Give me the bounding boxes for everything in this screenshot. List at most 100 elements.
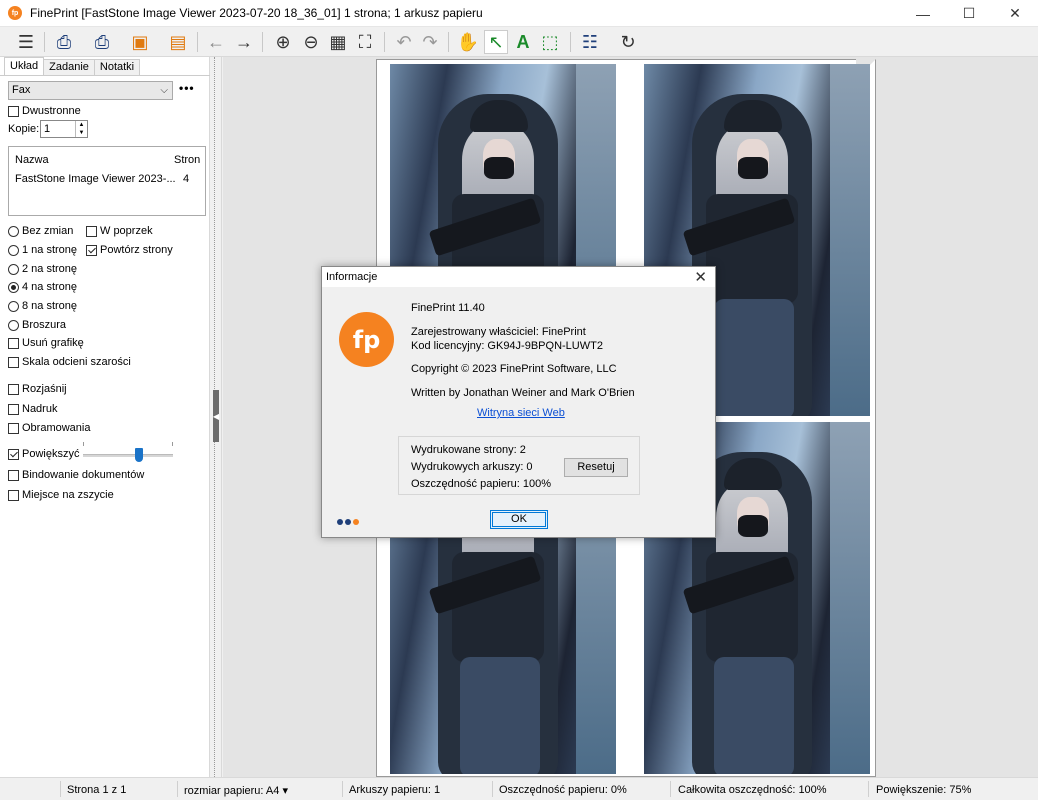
back-icon[interactable]: ←	[204, 30, 228, 54]
refresh-icon[interactable]: ↻	[616, 30, 640, 54]
zoom-slider[interactable]	[83, 454, 173, 457]
dot	[353, 519, 359, 525]
radio-1-na-strone[interactable]: 1 na stronę	[8, 243, 77, 257]
chevron-down-icon: ▾	[282, 785, 288, 797]
powtorz-strony-checkbox[interactable]: Powtórz strony	[86, 243, 173, 257]
bindowanie-checkbox[interactable]: Bindowanie dokumentów	[8, 468, 144, 482]
printed-pages: Wydrukowane strony: 2	[411, 444, 526, 456]
tab-divider	[0, 75, 210, 76]
w-poprzek-label: W poprzek	[100, 225, 153, 237]
status-sheets: Arkuszy papieru: 1	[349, 784, 441, 796]
radio-8-na-strone[interactable]: 8 na stronę	[8, 299, 77, 313]
checkbox-box	[8, 356, 19, 368]
rozjasnij-checkbox[interactable]: Rozjaśnij	[8, 382, 67, 396]
toolbar-separator	[448, 32, 449, 52]
powtorz-strony-label: Powtórz strony	[100, 244, 173, 256]
document-list[interactable]: Nazwa Stron FastStone Image Viewer 2023-…	[8, 146, 206, 216]
radio-4-na-strone[interactable]: 4 na stronę	[8, 280, 77, 294]
duplex-label: Dwustronne	[22, 105, 81, 117]
print-icon[interactable]: ⎙	[52, 30, 76, 54]
fit-page-icon[interactable]: ⛶	[353, 30, 377, 54]
dot	[345, 519, 351, 525]
status-separator	[60, 781, 61, 797]
radio-bez-zmian[interactable]: Bez zmian	[8, 224, 73, 238]
paper-savings: Oszczędność papieru: 100%	[411, 478, 552, 490]
reset-button[interactable]: Resetuj	[564, 458, 628, 477]
column-header-name: Nazwa	[15, 154, 49, 166]
print-setup-icon[interactable]: ⎙	[90, 30, 114, 54]
window-title: FinePrint [FastStone Image Viewer 2023-0…	[30, 6, 483, 20]
miejsce-zszycie-checkbox[interactable]: Miejsce na zszycie	[8, 488, 114, 502]
maximize-button[interactable]: ☐	[946, 0, 992, 27]
save-icon[interactable]: ▣	[128, 30, 152, 54]
status-separator	[670, 781, 671, 797]
menu-icon[interactable]: ☰	[14, 30, 38, 54]
redo-icon[interactable]: ↷	[418, 30, 442, 54]
tab-uklad[interactable]: Układ	[4, 57, 45, 76]
tab-notatki[interactable]: Notatki	[93, 59, 141, 76]
select-arrow-icon[interactable]: ↖	[484, 30, 508, 54]
checkbox-box	[8, 469, 19, 481]
more-options-button[interactable]: •••	[179, 81, 195, 95]
close-button[interactable]: ✕	[992, 0, 1038, 27]
powieksz-label: Powiększyć	[22, 448, 80, 460]
status-paper-size[interactable]: rozmiar papieru: A4 ▾	[184, 784, 288, 797]
dialog-close-icon[interactable]: ✕	[694, 268, 707, 286]
toolbar-separator	[44, 32, 45, 52]
obramowania-checkbox[interactable]: Obramowania	[8, 421, 90, 435]
undo-icon[interactable]: ↶	[392, 30, 416, 54]
status-bar: Strona 1 z 1 rozmiar papieru: A4 ▾ Arkus…	[0, 777, 1038, 800]
forward-icon[interactable]: →	[232, 30, 256, 54]
registered-owner: Zarejestrowany właściciel: FinePrint	[411, 326, 586, 338]
checkbox-box	[86, 225, 97, 237]
copies-label: Kopie:	[8, 123, 40, 135]
pan-hand-icon[interactable]: ✋	[456, 30, 480, 54]
zoom-out-icon[interactable]: ⊖	[299, 30, 323, 54]
ok-button[interactable]: OK	[490, 510, 548, 529]
skala-szarosci-checkbox[interactable]: Skala odcieni szarości	[8, 355, 131, 369]
duplex-checkbox[interactable]: Dwustronne	[8, 104, 81, 118]
dialog-title-bar: Informacje ✕	[322, 267, 715, 287]
document-name[interactable]: FastStone Image Viewer 2023-...	[15, 173, 176, 185]
page-properties-icon[interactable]: ☷	[578, 30, 602, 54]
printer-select-value: Fax	[12, 84, 31, 96]
usun-grafike-checkbox[interactable]: Usuń grafikę	[8, 336, 84, 350]
crop-select-icon[interactable]: ⬚	[538, 30, 562, 54]
open-icon[interactable]: ▤	[166, 30, 190, 54]
zoom-in-icon[interactable]: ⊕	[271, 30, 295, 54]
minimize-button[interactable]: —	[900, 0, 946, 27]
status-separator	[342, 781, 343, 797]
printer-select[interactable]: Fax ⌵	[8, 81, 173, 100]
skala-szarosci-label: Skala odcieni szarości	[22, 356, 131, 368]
product-version: FinePrint 11.40	[411, 302, 485, 314]
bindowanie-label: Bindowanie dokumentów	[22, 469, 145, 481]
status-separator	[868, 781, 869, 797]
copies-stepper[interactable]: 1 ▲ ▼	[40, 120, 88, 138]
nadruk-checkbox[interactable]: Nadruk	[8, 402, 57, 416]
nadruk-label: Nadruk	[22, 403, 58, 415]
spin-buttons[interactable]: ▲ ▼	[75, 121, 87, 137]
toolbar-separator	[570, 32, 571, 52]
tab-zadanie[interactable]: Zadanie	[43, 59, 95, 76]
checkbox-box	[8, 422, 19, 434]
grid-icon[interactable]: ▦	[326, 30, 350, 54]
radio-circle	[8, 300, 19, 312]
text-icon[interactable]: A	[511, 30, 535, 54]
status-zoom: Powiększenie: 75%	[876, 784, 972, 796]
website-link[interactable]: Witryna sieci Web	[477, 407, 565, 419]
zoom-slider-thumb[interactable]	[134, 448, 143, 462]
radio-circle	[8, 225, 19, 237]
w-poprzek-checkbox[interactable]: W poprzek	[86, 224, 153, 238]
radio-label: 4 na stronę	[22, 281, 78, 293]
checkbox-box	[8, 489, 19, 501]
radio-label: 8 na stronę	[22, 300, 78, 312]
radio-broszura[interactable]: Broszura	[8, 318, 66, 332]
powieksz-checkbox[interactable]: Powiększyć	[8, 447, 79, 461]
panel-splitter[interactable]: ◀	[210, 57, 222, 777]
toolbar-separator	[384, 32, 385, 52]
copyright: Copyright © 2023 FinePrint Software, LLC	[411, 363, 617, 375]
paper-size-label: rozmiar papieru: A4	[184, 785, 280, 797]
collapse-panel-handle[interactable]: ◀	[213, 390, 219, 442]
toolbar: ☰ ⎙ ⎙ ▣ ▤ ← → ⊕ ⊖ ▦ ⛶ ↶ ↷ ✋ ↖ A ⬚ ☷ ↻	[0, 27, 1038, 57]
radio-2-na-strone[interactable]: 2 na stronę	[8, 262, 77, 276]
